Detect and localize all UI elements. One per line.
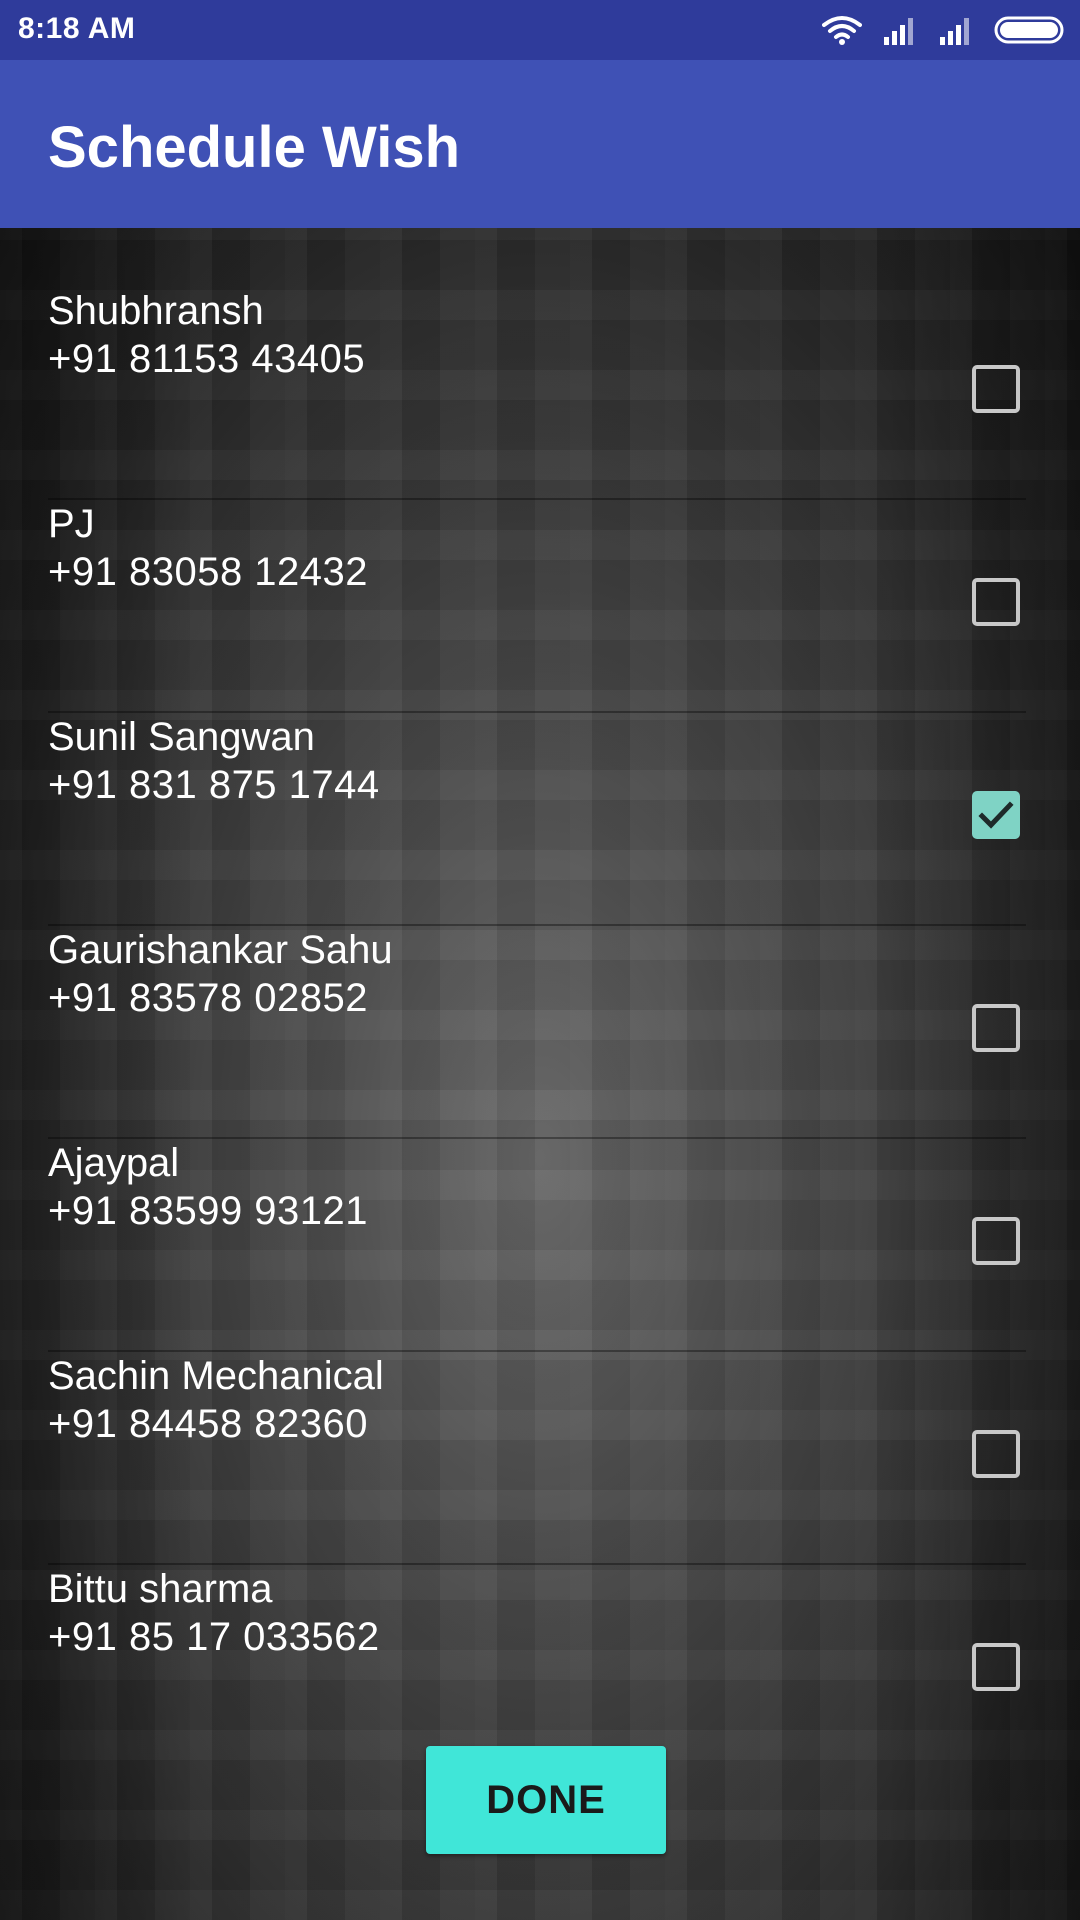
contact-name: Sachin Mechanical (48, 1354, 384, 1398)
contact-name: Bittu sharma (48, 1567, 273, 1611)
checkmark-icon (978, 801, 1014, 829)
contact-phone: +91 84458 82360 (48, 1402, 369, 1446)
contact-phone: +91 83058 12432 (48, 550, 369, 594)
select-checkbox[interactable] (972, 365, 1020, 413)
contact-list-area: Shubhransh +91 81153 43405 PJ +91 83058 124… (0, 228, 1080, 1920)
page-title: Schedule Wish (48, 115, 461, 180)
select-checkbox[interactable] (972, 1430, 1020, 1478)
contact-name: Sunil Sangwan (48, 715, 315, 759)
wifi-icon (822, 16, 862, 45)
status-icons (822, 12, 1066, 48)
contact-row[interactable]: Ajaypal +91 83599 93121 (0, 1139, 1080, 1352)
signal-icon (940, 18, 969, 45)
screen: 8:18 AM Schedule Wish Shubhransh +91 811… (0, 0, 1080, 1920)
contact-name: Gaurishankar Sahu (48, 928, 393, 972)
select-checkbox[interactable] (972, 578, 1020, 626)
contact-phone: +91 831 875 1744 (48, 763, 380, 807)
contact-phone: +91 81153 43405 (48, 337, 366, 381)
contact-row[interactable]: Gaurishankar Sahu +91 83578 02852 (0, 926, 1080, 1139)
signal-icon (884, 18, 913, 45)
contact-name: Shubhransh (48, 289, 264, 333)
contact-row[interactable]: PJ +91 83058 12432 (0, 500, 1080, 713)
app-bar: Schedule Wish (0, 60, 1080, 228)
status-bar: 8:18 AM (0, 0, 1080, 60)
contact-phone: +91 85 17 033562 (48, 1615, 380, 1659)
contact-phone: +91 83578 02852 (48, 976, 369, 1020)
select-checkbox[interactable] (972, 1217, 1020, 1265)
select-checkbox[interactable] (972, 1643, 1020, 1691)
contact-row[interactable]: Shubhransh +91 81153 43405 (0, 287, 1080, 500)
select-checkbox[interactable] (972, 791, 1020, 839)
contact-phone: +91 83599 93121 (48, 1189, 369, 1233)
contact-list: Shubhransh +91 81153 43405 PJ +91 83058 124… (0, 287, 1080, 1778)
contact-row[interactable]: Sunil Sangwan +91 831 875 1744 (0, 713, 1080, 926)
select-checkbox[interactable] (972, 1004, 1020, 1052)
done-button[interactable]: DONE (426, 1746, 666, 1854)
battery-icon (994, 16, 1064, 44)
contact-name: Ajaypal (48, 1141, 180, 1185)
contact-name: PJ (48, 502, 95, 546)
contact-row[interactable]: Sachin Mechanical +91 84458 82360 (0, 1352, 1080, 1565)
status-time: 8:18 AM (18, 12, 136, 45)
